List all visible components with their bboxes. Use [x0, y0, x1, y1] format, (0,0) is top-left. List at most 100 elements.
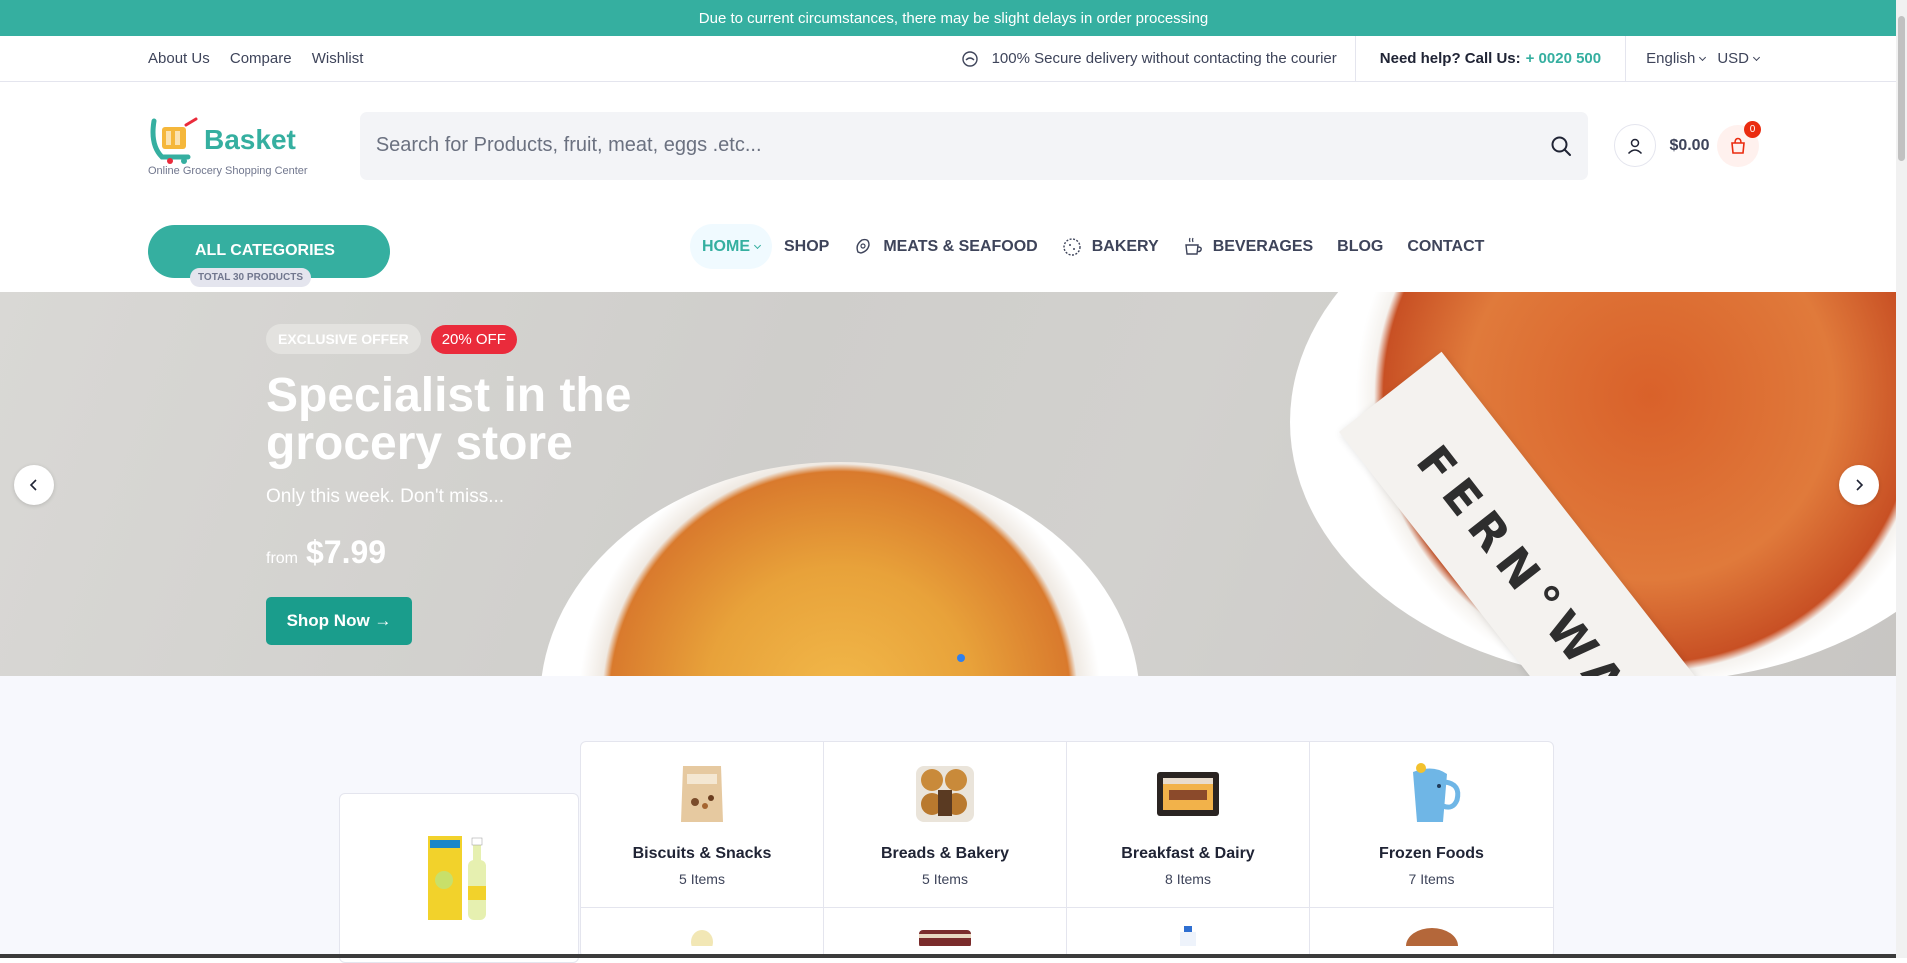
scrollbar-thumb[interactable] [1898, 16, 1905, 161]
navigation-row: ALL CATEGORIES TOTAL 30 PRODUCTS HOME SH… [0, 209, 1907, 293]
menu-item-shop[interactable]: SHOP [772, 224, 841, 269]
cookie-icon [1062, 237, 1082, 257]
slider-next-button[interactable] [1839, 465, 1879, 505]
site-logo[interactable]: Basket Online Grocery Shopping Center [148, 115, 336, 177]
category-section: Biscuits & Snacks 5 Items Breads & Baker… [0, 676, 1896, 958]
blue-cup-image [1399, 760, 1465, 826]
menu-item-contact[interactable]: CONTACT [1395, 224, 1496, 269]
chevron-down-icon [1753, 53, 1760, 60]
category-name: Breakfast & Dairy [1121, 845, 1254, 863]
category-card-frozen-foods[interactable]: Frozen Foods 7 Items [1310, 742, 1553, 908]
featured-category-card[interactable] [339, 793, 579, 963]
search-input[interactable] [376, 134, 1550, 157]
category-card-biscuits-snacks[interactable]: Biscuits & Snacks 5 Items [581, 742, 824, 908]
category-card-partial[interactable] [581, 908, 824, 958]
coffee-cup-icon [1183, 237, 1203, 257]
price-prefix: from [266, 550, 298, 568]
category-name: Breads & Bakery [881, 845, 1009, 863]
announcement-bar: Due to current circumstances, there may … [0, 0, 1907, 36]
slider-prev-button[interactable] [14, 465, 54, 505]
currency-label: USD [1717, 50, 1749, 67]
cart-button[interactable]: 0 [1717, 125, 1759, 167]
hero-content: EXCLUSIVE OFFER 20% OFF Specialist in th… [266, 324, 686, 645]
currency-select[interactable]: USD [1705, 50, 1759, 67]
hero-slider: FERN°WAY. EXCLUSIVE OFFER 20% OFF Specia… [0, 292, 1896, 676]
logo-name: Basket [204, 124, 296, 156]
price-value: $7.99 [306, 534, 386, 571]
snack-bag-image [669, 760, 735, 826]
category-card-partial[interactable] [1067, 908, 1310, 958]
main-header: Basket Online Grocery Shopping Center $0… [0, 82, 1907, 209]
about-us-link[interactable]: About Us [148, 50, 210, 67]
category-card-partial[interactable] [1310, 908, 1553, 958]
category-item-count: 5 Items [922, 871, 968, 887]
menu-item-label: BAKERY [1092, 238, 1159, 256]
category-item-count: 5 Items [679, 871, 725, 887]
juice-bottle-image [426, 830, 490, 924]
category-item-count: 7 Items [1409, 871, 1455, 887]
breakfast-box-image [1155, 760, 1221, 826]
language-select[interactable]: English [1626, 50, 1705, 67]
category-card-partial[interactable] [824, 908, 1067, 958]
category-card-breads-bakery[interactable]: Breads & Bakery 5 Items [824, 742, 1067, 908]
all-categories-button[interactable]: ALL CATEGORIES TOTAL 30 PRODUCTS [148, 225, 390, 278]
language-label: English [1646, 50, 1695, 67]
category-card-breakfast-dairy[interactable]: Breakfast & Dairy 8 Items [1067, 742, 1310, 908]
menu-item-label: MEATS & SEAFOOD [883, 238, 1037, 256]
cart-count-badge: 0 [1744, 121, 1761, 138]
slider-dot-active[interactable] [957, 654, 965, 662]
menu-item-bakery[interactable]: BAKERY [1050, 224, 1171, 269]
utility-right: 100% Secure delivery without contacting … [960, 36, 1759, 81]
bottom-edge [0, 954, 1896, 958]
utility-bar: About Us Compare Wishlist 100% Secure de… [0, 36, 1907, 82]
muffin-pack-image [912, 760, 978, 826]
hero-title: Specialist in the grocery store [266, 372, 686, 468]
meat-icon [853, 237, 873, 257]
shop-now-button[interactable]: Shop Now → [266, 597, 412, 645]
ice-cream-tub-image [917, 926, 973, 946]
menu-item-label: SHOP [784, 238, 829, 256]
discount-badge: 20% OFF [431, 325, 517, 354]
category-item-count: 8 Items [1165, 871, 1211, 887]
milk-bottle-image [1176, 926, 1200, 946]
hero-price: from $7.99 [266, 534, 686, 571]
menu-item-label: CONTACT [1407, 238, 1484, 256]
menu-item-meats-seafood[interactable]: MEATS & SEAFOOD [841, 224, 1049, 269]
chevron-left-icon [28, 479, 40, 491]
help-contact: Need help? Call Us: + 0020 500 [1355, 36, 1626, 81]
cart-total[interactable]: $0.00 [1669, 137, 1709, 155]
basket-logo-icon [148, 115, 200, 165]
shopping-bag-icon [1728, 136, 1748, 156]
page-scrollbar[interactable] [1896, 0, 1907, 958]
category-name: Frozen Foods [1379, 845, 1484, 863]
menu-item-label: HOME [702, 238, 750, 256]
secure-delivery-note: 100% Secure delivery without contacting … [960, 49, 1355, 69]
logo-tagline: Online Grocery Shopping Center [148, 165, 336, 177]
help-label: Need help? Call Us: [1380, 50, 1521, 67]
menu-item-label: BLOG [1337, 238, 1383, 256]
total-products-badge: TOTAL 30 PRODUCTS [190, 268, 311, 287]
compare-link[interactable]: Compare [230, 50, 292, 67]
meat-dish-image [1404, 926, 1460, 946]
category-grid: Biscuits & Snacks 5 Items Breads & Baker… [580, 741, 1554, 958]
chevron-down-icon [754, 241, 761, 248]
announcement-text: Due to current circumstances, there may … [699, 10, 1208, 27]
help-phone-number[interactable]: + 0020 500 [1526, 50, 1602, 67]
search-icon[interactable] [1550, 135, 1572, 157]
user-icon [1626, 137, 1644, 155]
menu-item-blog[interactable]: BLOG [1325, 224, 1395, 269]
account-button[interactable] [1614, 124, 1657, 167]
menu-item-home[interactable]: HOME [690, 224, 772, 269]
secure-delivery-text: 100% Secure delivery without contacting … [992, 50, 1337, 67]
menu-item-label: BEVERAGES [1213, 238, 1313, 256]
main-menu: HOME SHOP MEATS & SEAFOOD BAKERY [690, 224, 1496, 269]
all-categories-label: ALL CATEGORIES [195, 242, 335, 260]
category-name: Biscuits & Snacks [633, 845, 772, 863]
fruit-image [687, 926, 717, 946]
hero-subtitle: Only this week. Don't miss... [266, 486, 686, 508]
menu-item-beverages[interactable]: BEVERAGES [1171, 224, 1325, 269]
chevron-right-icon [1853, 479, 1865, 491]
utility-links: About Us Compare Wishlist [148, 50, 379, 67]
search-bar [360, 112, 1588, 180]
wishlist-link[interactable]: Wishlist [312, 50, 364, 67]
